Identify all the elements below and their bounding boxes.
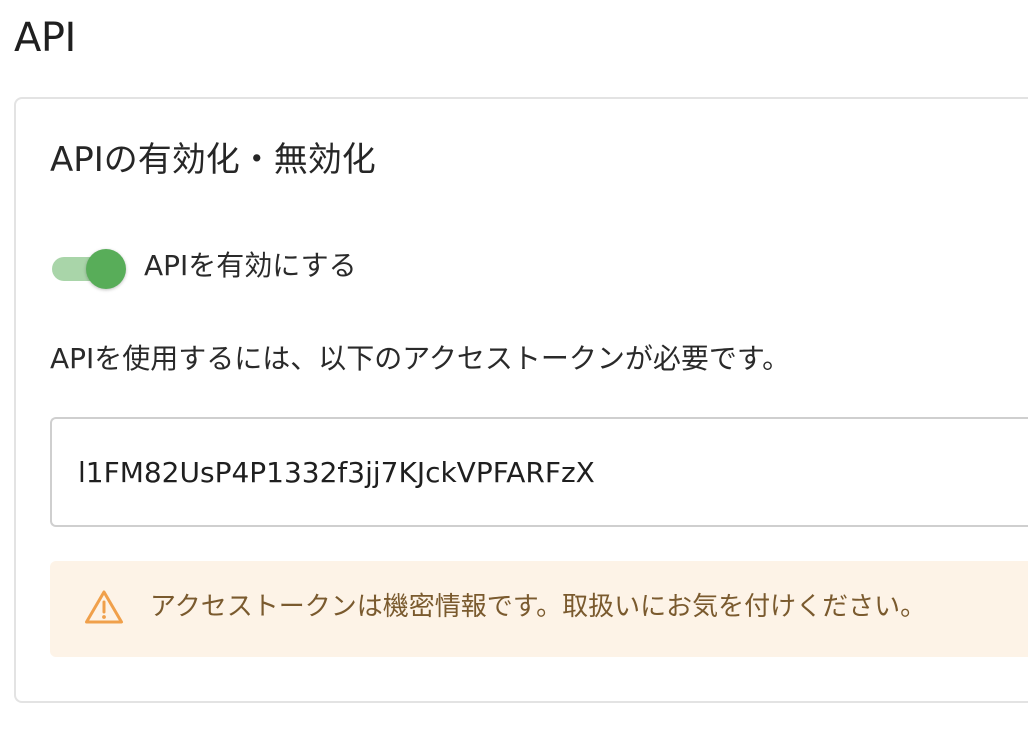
warning-text: アクセストークンは機密情報です。取扱いにお気を付けください。 (150, 592, 927, 622)
warning-alert: アクセストークンは機密情報です。取扱いにお気を付けください。 (50, 561, 1028, 657)
access-token-description: APIを使用するには、以下のアクセストークンが必要です。 (50, 342, 791, 375)
access-token-field[interactable] (50, 417, 1028, 527)
api-enable-label[interactable]: APIを有効にする (144, 244, 357, 288)
api-enable-toggle[interactable] (52, 247, 128, 289)
card-title: APIの有効化・無効化 (50, 140, 376, 180)
api-settings-card: APIの有効化・無効化 APIを有効にする APIを使用するには、以下のアクセス… (14, 97, 1028, 703)
toggle-knob (86, 249, 126, 289)
page-title: API (14, 15, 76, 61)
warning-triangle-icon (85, 590, 123, 624)
